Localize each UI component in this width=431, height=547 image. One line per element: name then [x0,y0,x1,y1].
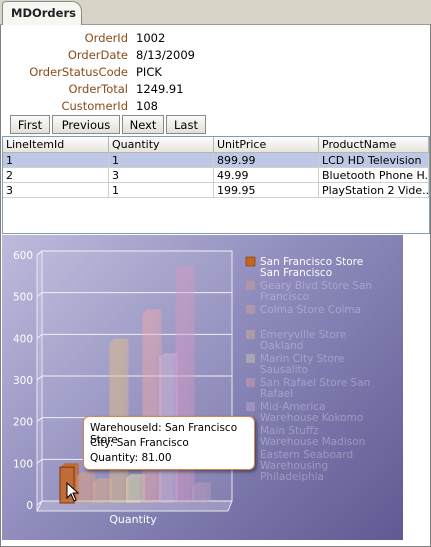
y-tick-label: 500 [13,292,33,304]
legend-item[interactable]: San Francisco StoreSan Francisco [245,256,363,279]
bar[interactable] [142,309,162,504]
cell-lineitemid: 1 [3,153,109,168]
legend-label: Warehouse Kokomo [260,412,363,424]
cell-quantity: 1 [109,183,214,198]
legend-item[interactable]: Emeryville StoreOakland [246,329,346,352]
chart-svg: 0 100 200 300 400 500 600 Quantity San Francisc… [13,249,372,526]
tooltip-quantity: Quantity: 81.00 [90,452,172,464]
y-tick-label: 600 [13,250,33,262]
bar-front [126,478,140,503]
orderstatuscode-value: PICK [136,65,162,79]
orderdate-label: OrderDate [67,48,128,62]
column-header-quantity[interactable]: Quantity [109,137,214,153]
bar-front [93,482,107,503]
orderid-label: OrderId [84,31,128,45]
legend-swatch [246,281,255,290]
legend-item[interactable]: Eastern SeaboardWarehousingPhiladelphia [246,449,353,483]
chart-legend: San Francisco StoreSan FranciscoGeary Bl… [245,256,372,483]
legend-label: Warehouse Madison [260,436,365,448]
next-button[interactable]: Next [122,115,164,134]
legend-swatch [246,305,255,314]
cell-productname: LCD HD Television [319,153,429,168]
customerid-value: 108 [136,99,158,113]
last-button[interactable]: Last [166,115,206,134]
legend-swatch [245,256,256,267]
legend-item[interactable]: Geary Blvd Store SanFrancisco [246,280,372,303]
bar-front [142,313,157,503]
tab-mdorders[interactable]: MDOrders [2,1,82,25]
bar-front [192,486,206,503]
orderid-value: 1002 [136,31,166,45]
bar[interactable] [93,478,112,503]
bar[interactable] [192,482,211,503]
column-header-unitprice[interactable]: UnitPrice [214,137,319,153]
legend-item[interactable]: San Rafael Store SanRafael [246,377,370,400]
cell-quantity: 1 [109,153,214,168]
plot-side-wall [36,249,43,512]
chart-tooltip: WarehouseId: San Francisco Store City: S… [83,416,255,470]
legend-swatch [246,354,255,363]
legend-label: Francisco [260,291,309,303]
table-row[interactable]: 3 1 199.95 PlayStation 2 Vide... [3,183,429,198]
tooltip-city: City: San Francisco [90,437,189,449]
cell-unitprice: 899.99 [214,153,319,168]
y-tick-label: 300 [13,375,33,387]
legend-item[interactable]: Marin City StoreSausalito [246,353,344,376]
first-button[interactable]: First [10,115,50,134]
legend-label: San Francisco [260,267,332,279]
orderdate-value: 8/13/2009 [136,48,195,62]
column-header-lineitemid[interactable]: LineItemId [3,137,109,153]
y-tick-label: 0 [26,500,33,512]
quantity-chart[interactable]: 0 100 200 300 400 500 600 Quantity San Francisc… [2,235,403,540]
plot-area: 0 100 200 300 400 500 600 Quantity [13,249,233,526]
legend-label: Rafael [260,388,293,400]
legend-swatch [246,330,255,339]
y-tick-label: 200 [13,417,33,429]
orderstatuscode-label: OrderStatusCode [29,65,128,79]
cell-lineitemid: 3 [3,183,109,198]
ordertotal-label: OrderTotal [68,82,128,96]
table-row[interactable]: 1 1 899.99 LCD HD Television [3,153,429,168]
cell-lineitemid: 2 [3,168,109,183]
customerid-label: CustomerId [61,99,128,113]
legend-item[interactable]: Main StuffzWarehouse Madison [246,425,365,448]
y-tick-label: 100 [13,458,33,470]
legend-label: Colma Store Colma [260,304,361,316]
column-header-productname[interactable]: ProductName [319,137,429,153]
y-tick-label: 400 [13,333,33,345]
legend-swatch [246,378,255,387]
x-axis-label: Quantity [109,513,157,526]
mouse-cursor-icon [66,482,80,502]
cell-unitprice: 199.95 [214,183,319,198]
tab-label: MDOrders [11,6,76,20]
cell-productname: PlayStation 2 Vide... [319,183,429,198]
legend-swatch [246,402,255,411]
cell-unitprice: 49.99 [214,168,319,183]
legend-label: Oakland [260,340,303,352]
legend-label: Philadelphia [260,471,324,483]
legend-label: Sausalito [260,364,308,376]
cell-productname: Bluetooth Phone H... [319,168,429,183]
line-items-grid[interactable]: LineItemId Quantity UnitPrice ProductNam… [2,136,430,234]
legend-item[interactable]: Mid-AmericaWarehouse Kokomo [246,401,363,424]
legend-item[interactable]: Colma Store Colma [246,304,361,316]
ordertotal-value: 1249.91 [136,82,184,96]
tab-strip: MDOrders [0,0,431,25]
table-row[interactable]: 2 3 49.99 Bluetooth Phone H... [3,168,429,183]
bar[interactable] [126,474,145,503]
previous-button[interactable]: Previous [52,115,120,134]
cell-quantity: 3 [109,168,214,183]
